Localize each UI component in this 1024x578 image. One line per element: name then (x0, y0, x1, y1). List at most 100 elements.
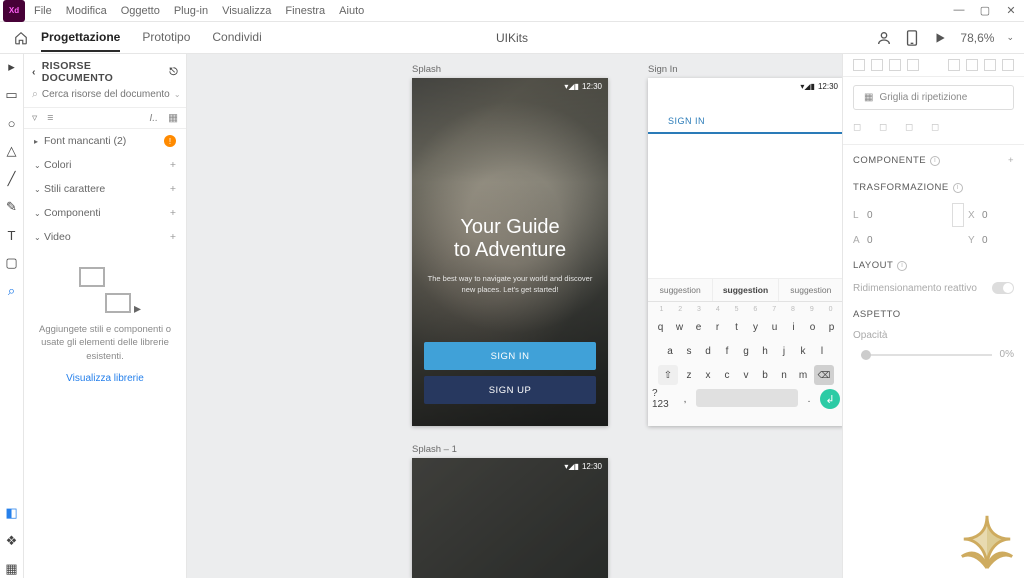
union-icon[interactable]: ◻ (853, 122, 867, 136)
ellipse-tool[interactable]: ○ (3, 114, 21, 132)
section-colors[interactable]: ⌄Colori + (24, 153, 186, 177)
align-middle-icon[interactable] (984, 59, 996, 71)
tab-design[interactable]: Progettazione (41, 24, 120, 52)
key-s[interactable]: s (681, 341, 697, 361)
align-top-icon[interactable] (907, 59, 919, 71)
zoom-tool[interactable]: ⌕ (3, 282, 21, 300)
minimize-button[interactable]: — (946, 4, 972, 17)
tab-signin-text[interactable]: SIGN IN (668, 116, 705, 126)
select-tool[interactable]: ▸ (3, 58, 21, 76)
shift-key[interactable]: ⇧ (658, 365, 678, 385)
key-w[interactable]: w (672, 317, 688, 337)
layers-icon[interactable]: ❖ (3, 532, 21, 550)
key-b[interactable]: b (757, 365, 773, 385)
key-h[interactable]: h (757, 341, 773, 361)
key-z[interactable]: z (681, 365, 697, 385)
tab-prototype[interactable]: Prototipo (142, 24, 190, 52)
add-color-button[interactable]: + (170, 159, 176, 171)
close-button[interactable]: ✕ (998, 4, 1024, 17)
chevron-down-icon[interactable]: ⌄ (174, 90, 181, 99)
key-c[interactable]: c (719, 365, 735, 385)
distribute-h-icon[interactable] (948, 59, 960, 71)
key-q[interactable]: q (653, 317, 669, 337)
suggestion[interactable]: suggestion (779, 279, 842, 301)
add-component-button[interactable]: + (170, 207, 176, 219)
signin-button[interactable]: SIGN IN (424, 342, 596, 370)
filter-icon[interactable]: ▿ (32, 112, 37, 124)
section-styles[interactable]: ⌄Stili carattere + (24, 177, 186, 201)
section-components[interactable]: ⌄Componenti + (24, 201, 186, 225)
artboard-splash[interactable]: Splash ▾◢▮ 12:30 Your Guideto Adventure … (412, 78, 608, 426)
info-icon[interactable]: i (953, 183, 963, 193)
sort-icon[interactable]: ≡ (47, 112, 53, 124)
key-r[interactable]: r (710, 317, 726, 337)
zoom-level[interactable]: 78,6% (960, 31, 994, 45)
artboard-label[interactable]: Sign In (648, 64, 678, 75)
pen-tool[interactable]: ✎ (3, 198, 21, 216)
align-right-icon[interactable] (889, 59, 901, 71)
spacebar-key[interactable] (696, 389, 798, 407)
key-x[interactable]: x (700, 365, 716, 385)
comma-key[interactable]: , (677, 389, 693, 409)
key-u[interactable]: u (767, 317, 783, 337)
key-t[interactable]: t (729, 317, 745, 337)
canvas[interactable]: Splash ▾◢▮ 12:30 Your Guideto Adventure … (187, 54, 842, 578)
key-g[interactable]: g (738, 341, 754, 361)
opacity-slider[interactable] (861, 354, 992, 356)
artboard-label[interactable]: Splash – 1 (412, 444, 457, 455)
key-v[interactable]: v (738, 365, 754, 385)
section-video[interactable]: ⌄Video + (24, 225, 186, 249)
section-fonts[interactable]: ▸Font mancanti (2) ! (24, 129, 186, 153)
enter-key[interactable]: ↲ (820, 389, 840, 409)
menu-view[interactable]: Visualizza (216, 5, 277, 17)
align-center-icon[interactable] (871, 59, 883, 71)
key-p[interactable]: p (824, 317, 840, 337)
home-icon[interactable] (11, 28, 31, 48)
align-left-icon[interactable] (853, 59, 865, 71)
menu-file[interactable]: File (28, 5, 58, 17)
rectangle-tool[interactable]: ▭ (3, 86, 21, 104)
height-field[interactable]: 0 (867, 235, 899, 246)
key-y[interactable]: y (748, 317, 764, 337)
menu-edit[interactable]: Modifica (60, 5, 113, 17)
align-bottom-icon[interactable] (1002, 59, 1014, 71)
add-component-inspector[interactable]: + (1008, 155, 1014, 166)
key-f[interactable]: f (719, 341, 735, 361)
key-m[interactable]: m (795, 365, 811, 385)
add-video-button[interactable]: + (170, 231, 176, 243)
line-tool[interactable]: ╱ (3, 170, 21, 188)
artboard-splash-1[interactable]: Splash – 1 ▾◢▮ 12:30 (412, 458, 608, 578)
artboard-tool[interactable]: ▢ (3, 254, 21, 272)
key-o[interactable]: o (805, 317, 821, 337)
subtract-icon[interactable]: ◻ (879, 122, 893, 136)
libraries-icon[interactable]: ◧ (3, 504, 21, 522)
menu-plugin[interactable]: Plug-in (168, 5, 214, 17)
key-d[interactable]: d (700, 341, 716, 361)
suggestion[interactable]: suggestion (713, 279, 778, 301)
keyboard-mode-key[interactable]: ?123 (652, 389, 674, 409)
share-icon[interactable]: ⎋ (169, 66, 178, 79)
y-field[interactable]: 0 (982, 235, 1014, 246)
signup-button[interactable]: SIGN UP (424, 376, 596, 404)
x-field[interactable]: 0 (982, 210, 1014, 221)
key-l[interactable]: l (814, 341, 830, 361)
plugins-icon[interactable]: ▦ (3, 560, 21, 578)
maximize-button[interactable]: ▢ (972, 4, 998, 17)
key-j[interactable]: j (776, 341, 792, 361)
key-a[interactable]: a (662, 341, 678, 361)
key-i[interactable]: i (786, 317, 802, 337)
key-e[interactable]: e (691, 317, 707, 337)
info-icon[interactable]: i (897, 261, 907, 271)
menu-object[interactable]: Oggetto (115, 5, 166, 17)
back-icon[interactable]: ‹ (32, 66, 36, 78)
artboard-signin[interactable]: Sign In ▾◢▮ 12:30 SIGN IN suggestion sug… (648, 78, 842, 426)
key-k[interactable]: k (795, 341, 811, 361)
grid-view-icon[interactable]: ▦ (168, 112, 178, 124)
play-icon[interactable] (932, 30, 948, 46)
view-libraries-link[interactable]: Visualizza librerie (24, 373, 186, 384)
add-style-button[interactable]: + (170, 183, 176, 195)
zoom-chevron-icon[interactable]: ⌄ (1006, 32, 1014, 43)
list-view-icon[interactable]: I.. (149, 112, 158, 124)
backspace-key[interactable]: ⌫ (814, 365, 834, 385)
search-input[interactable] (42, 89, 174, 100)
